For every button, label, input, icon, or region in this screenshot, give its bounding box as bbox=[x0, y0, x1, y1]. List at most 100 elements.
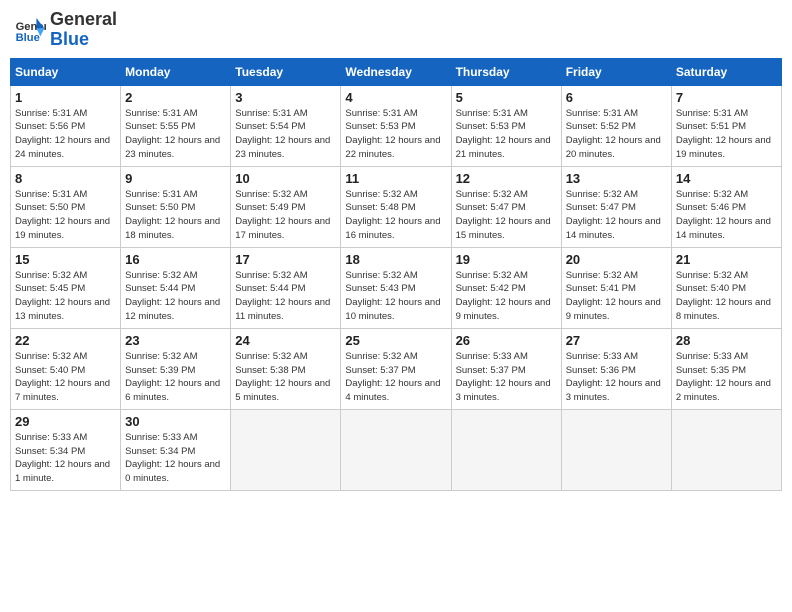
calendar-cell: 5 Sunrise: 5:31 AM Sunset: 5:53 PM Daylig… bbox=[451, 85, 561, 166]
day-number: 19 bbox=[456, 252, 557, 267]
day-number: 25 bbox=[345, 333, 446, 348]
calendar-cell: 2 Sunrise: 5:31 AM Sunset: 5:55 PM Daylig… bbox=[121, 85, 231, 166]
logo-text-general: General bbox=[50, 10, 117, 30]
calendar-cell: 30Sunrise: 5:33 AM Sunset: 5:34 PM Dayli… bbox=[121, 409, 231, 490]
day-detail: Sunrise: 5:31 AM Sunset: 5:54 PM Dayligh… bbox=[235, 107, 336, 162]
weekday-header-saturday: Saturday bbox=[671, 58, 781, 85]
day-number: 5 bbox=[456, 90, 557, 105]
day-detail: Sunrise: 5:31 AM Sunset: 5:50 PM Dayligh… bbox=[15, 188, 116, 243]
calendar-cell: 23 Sunrise: 5:32 AM Sunset: 5:39 PM Dayli… bbox=[121, 328, 231, 409]
day-detail: Sunrise: 5:32 AM Sunset: 5:44 PM Dayligh… bbox=[235, 269, 336, 324]
calendar-cell: 8 Sunrise: 5:31 AM Sunset: 5:50 PM Daylig… bbox=[11, 166, 121, 247]
day-detail: Sunrise: 5:32 AM Sunset: 5:46 PM Dayligh… bbox=[676, 188, 777, 243]
calendar-cell: 19 Sunrise: 5:32 AM Sunset: 5:42 PM Dayli… bbox=[451, 247, 561, 328]
day-number: 20 bbox=[566, 252, 667, 267]
calendar-week-row: 15 Sunrise: 5:32 AM Sunset: 5:45 PM Dayli… bbox=[11, 247, 782, 328]
day-number: 29 bbox=[15, 414, 116, 429]
calendar-week-row: 22 Sunrise: 5:32 AM Sunset: 5:40 PM Dayli… bbox=[11, 328, 782, 409]
day-number: 1 bbox=[15, 90, 116, 105]
day-number: 8 bbox=[15, 171, 116, 186]
calendar-cell: 16 Sunrise: 5:32 AM Sunset: 5:44 PM Dayli… bbox=[121, 247, 231, 328]
calendar-cell: 20 Sunrise: 5:32 AM Sunset: 5:41 PM Dayli… bbox=[561, 247, 671, 328]
day-number: 21 bbox=[676, 252, 777, 267]
day-detail: Sunrise: 5:31 AM Sunset: 5:52 PM Dayligh… bbox=[566, 107, 667, 162]
day-detail: Sunrise: 5:33 AM Sunset: 5:34 PM Dayligh… bbox=[15, 431, 116, 486]
weekday-header-friday: Friday bbox=[561, 58, 671, 85]
day-detail: Sunrise: 5:32 AM Sunset: 5:48 PM Dayligh… bbox=[345, 188, 446, 243]
day-number: 11 bbox=[345, 171, 446, 186]
day-detail: Sunrise: 5:32 AM Sunset: 5:40 PM Dayligh… bbox=[676, 269, 777, 324]
day-number: 28 bbox=[676, 333, 777, 348]
day-detail: Sunrise: 5:32 AM Sunset: 5:38 PM Dayligh… bbox=[235, 350, 336, 405]
day-detail: Sunrise: 5:32 AM Sunset: 5:45 PM Dayligh… bbox=[15, 269, 116, 324]
day-number: 22 bbox=[15, 333, 116, 348]
day-number: 3 bbox=[235, 90, 336, 105]
day-detail: Sunrise: 5:32 AM Sunset: 5:43 PM Dayligh… bbox=[345, 269, 446, 324]
day-detail: Sunrise: 5:31 AM Sunset: 5:53 PM Dayligh… bbox=[456, 107, 557, 162]
logo-icon: General Blue bbox=[14, 14, 46, 46]
calendar-week-row: 29 Sunrise: 5:33 AM Sunset: 5:34 PM Dayli… bbox=[11, 409, 782, 490]
calendar-cell bbox=[341, 409, 451, 490]
day-number: 2 bbox=[125, 90, 226, 105]
day-detail: Sunrise: 5:32 AM Sunset: 5:37 PM Dayligh… bbox=[345, 350, 446, 405]
day-detail: Sunrise: 5:33 AM Sunset: 5:34 PM Dayligh… bbox=[125, 431, 226, 486]
day-detail: Sunrise: 5:33 AM Sunset: 5:37 PM Dayligh… bbox=[456, 350, 557, 405]
day-number: 6 bbox=[566, 90, 667, 105]
calendar-cell: 14 Sunrise: 5:32 AM Sunset: 5:46 PM Dayli… bbox=[671, 166, 781, 247]
calendar-cell: 11 Sunrise: 5:32 AM Sunset: 5:48 PM Dayli… bbox=[341, 166, 451, 247]
calendar-cell: 25 Sunrise: 5:32 AM Sunset: 5:37 PM Dayli… bbox=[341, 328, 451, 409]
day-detail: Sunrise: 5:32 AM Sunset: 5:42 PM Dayligh… bbox=[456, 269, 557, 324]
day-detail: Sunrise: 5:32 AM Sunset: 5:39 PM Dayligh… bbox=[125, 350, 226, 405]
day-number: 23 bbox=[125, 333, 226, 348]
calendar-week-row: 8 Sunrise: 5:31 AM Sunset: 5:50 PM Daylig… bbox=[11, 166, 782, 247]
calendar-cell: 7 Sunrise: 5:31 AM Sunset: 5:51 PM Daylig… bbox=[671, 85, 781, 166]
weekday-header-wednesday: Wednesday bbox=[341, 58, 451, 85]
day-number: 12 bbox=[456, 171, 557, 186]
day-number: 17 bbox=[235, 252, 336, 267]
calendar-cell: 24 Sunrise: 5:32 AM Sunset: 5:38 PM Dayli… bbox=[231, 328, 341, 409]
day-detail: Sunrise: 5:33 AM Sunset: 5:35 PM Dayligh… bbox=[676, 350, 777, 405]
calendar-cell: 4Sunrise: 5:31 AM Sunset: 5:53 PM Daylig… bbox=[341, 85, 451, 166]
calendar-week-row: 1Sunrise: 5:31 AM Sunset: 5:56 PM Daylig… bbox=[11, 85, 782, 166]
day-number: 10 bbox=[235, 171, 336, 186]
day-number: 4 bbox=[345, 90, 446, 105]
calendar-cell: 1Sunrise: 5:31 AM Sunset: 5:56 PM Daylig… bbox=[11, 85, 121, 166]
day-number: 9 bbox=[125, 171, 226, 186]
logo: General Blue General Blue bbox=[14, 10, 117, 50]
calendar-cell: 10Sunrise: 5:32 AM Sunset: 5:49 PM Dayli… bbox=[231, 166, 341, 247]
day-number: 15 bbox=[15, 252, 116, 267]
day-detail: Sunrise: 5:33 AM Sunset: 5:36 PM Dayligh… bbox=[566, 350, 667, 405]
day-detail: Sunrise: 5:32 AM Sunset: 5:41 PM Dayligh… bbox=[566, 269, 667, 324]
logo-text-blue: Blue bbox=[50, 30, 117, 50]
calendar-cell: 29 Sunrise: 5:33 AM Sunset: 5:34 PM Dayli… bbox=[11, 409, 121, 490]
weekday-header-row: SundayMondayTuesdayWednesdayThursdayFrid… bbox=[11, 58, 782, 85]
weekday-header-sunday: Sunday bbox=[11, 58, 121, 85]
day-number: 16 bbox=[125, 252, 226, 267]
calendar-cell: 13 Sunrise: 5:32 AM Sunset: 5:47 PM Dayli… bbox=[561, 166, 671, 247]
calendar-cell: 18Sunrise: 5:32 AM Sunset: 5:43 PM Dayli… bbox=[341, 247, 451, 328]
day-detail: Sunrise: 5:32 AM Sunset: 5:47 PM Dayligh… bbox=[566, 188, 667, 243]
calendar-cell: 22 Sunrise: 5:32 AM Sunset: 5:40 PM Dayli… bbox=[11, 328, 121, 409]
day-detail: Sunrise: 5:31 AM Sunset: 5:51 PM Dayligh… bbox=[676, 107, 777, 162]
day-number: 7 bbox=[676, 90, 777, 105]
day-detail: Sunrise: 5:31 AM Sunset: 5:50 PM Dayligh… bbox=[125, 188, 226, 243]
calendar-cell: 9 Sunrise: 5:31 AM Sunset: 5:50 PM Daylig… bbox=[121, 166, 231, 247]
calendar-cell: 21 Sunrise: 5:32 AM Sunset: 5:40 PM Dayli… bbox=[671, 247, 781, 328]
calendar-cell: 12Sunrise: 5:32 AM Sunset: 5:47 PM Dayli… bbox=[451, 166, 561, 247]
day-detail: Sunrise: 5:32 AM Sunset: 5:40 PM Dayligh… bbox=[15, 350, 116, 405]
day-number: 24 bbox=[235, 333, 336, 348]
calendar-table: SundayMondayTuesdayWednesdayThursdayFrid… bbox=[10, 58, 782, 491]
day-detail: Sunrise: 5:31 AM Sunset: 5:55 PM Dayligh… bbox=[125, 107, 226, 162]
calendar-cell bbox=[231, 409, 341, 490]
day-number: 13 bbox=[566, 171, 667, 186]
day-detail: Sunrise: 5:32 AM Sunset: 5:44 PM Dayligh… bbox=[125, 269, 226, 324]
calendar-cell: 3 Sunrise: 5:31 AM Sunset: 5:54 PM Daylig… bbox=[231, 85, 341, 166]
calendar-cell: 6 Sunrise: 5:31 AM Sunset: 5:52 PM Daylig… bbox=[561, 85, 671, 166]
calendar-cell: 15 Sunrise: 5:32 AM Sunset: 5:45 PM Dayli… bbox=[11, 247, 121, 328]
calendar-cell bbox=[671, 409, 781, 490]
calendar-cell bbox=[451, 409, 561, 490]
day-number: 14 bbox=[676, 171, 777, 186]
calendar-cell: 28 Sunrise: 5:33 AM Sunset: 5:35 PM Dayli… bbox=[671, 328, 781, 409]
page-header: General Blue General Blue bbox=[10, 10, 782, 50]
day-number: 26 bbox=[456, 333, 557, 348]
